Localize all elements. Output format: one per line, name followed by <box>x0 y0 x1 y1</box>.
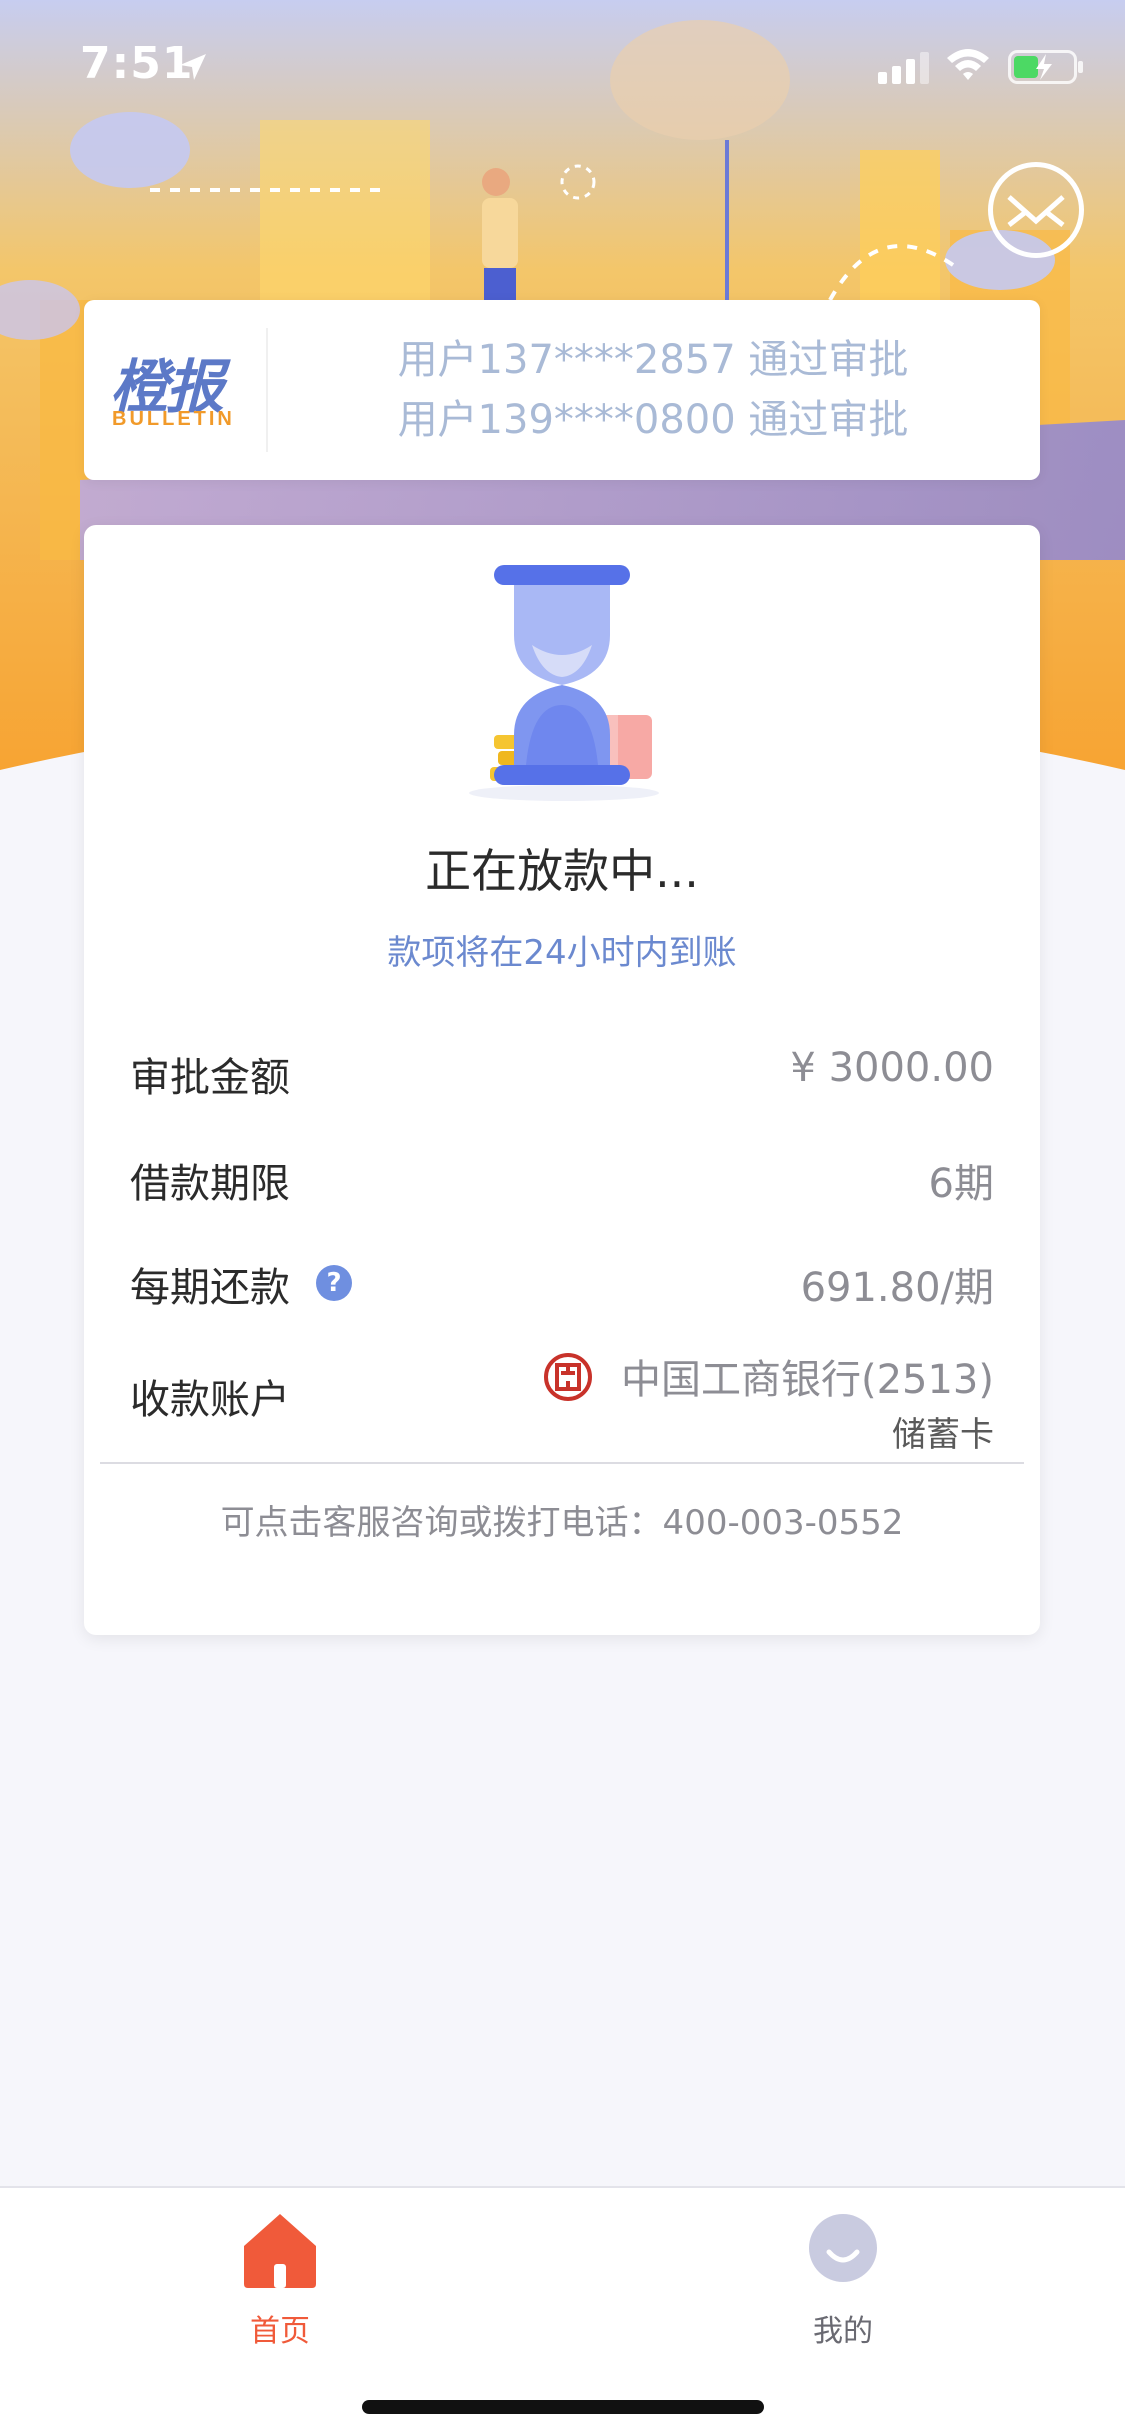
wifi-icon <box>945 46 991 86</box>
receiving-account-label: 收款账户 <box>130 1377 290 1423</box>
status-bar: 7:51 <box>0 0 1125 132</box>
receiving-account-row: 收款账户 中国工商银行(2513) 储蓄卡 <box>130 1347 994 1455</box>
tab-bar: 首页 我的 <box>0 2186 1125 2436</box>
installment-label: 每期还款 <box>130 1265 290 1311</box>
bulletin-message: 用户139****0800 通过审批 <box>397 397 909 443</box>
approved-amount-label: 审批金额 <box>130 1055 290 1101</box>
hourglass-icon <box>454 565 674 809</box>
loan-status-subtitle: 款项将在24小时内到账 <box>387 933 737 973</box>
approved-amount-value: ¥ 3000.00 <box>790 1045 994 1091</box>
loan-status-title: 正在放款中... <box>425 844 699 898</box>
customer-service-button[interactable] <box>988 162 1084 258</box>
approved-amount-row: 审批金额 ¥ 3000.00 <box>130 1045 994 1105</box>
account-type-value: 储蓄卡 <box>892 1415 994 1455</box>
mail-envelope-icon <box>1007 195 1065 227</box>
bulletin-message: 用户137****2857 通过审批 <box>397 337 909 383</box>
tab-home[interactable]: 首页 <box>180 2208 380 2349</box>
installment-value: 691.80/期 <box>800 1265 994 1311</box>
loan-status-screen: 7:51 橙报 BULLETIN 用户137****2857 通过审批 用户13… <box>0 0 1125 2436</box>
tab-profile-label: 我的 <box>813 2314 873 2349</box>
cellular-signal-icon <box>878 52 934 88</box>
help-icon[interactable]: ? <box>316 1265 352 1301</box>
status-time: 7:51 <box>80 38 194 89</box>
receiving-account-value: 中国工商银行(2513) <box>620 1357 994 1403</box>
loan-term-row: 借款期限 6期 <box>130 1151 994 1211</box>
card-divider <box>100 1462 1024 1464</box>
icbc-bank-logo-icon <box>542 1351 594 1407</box>
home-indicator <box>362 2400 764 2414</box>
bulletin-logo-subtitle: BULLETIN <box>112 408 235 430</box>
bulletin-messages: 用户137****2857 通过审批 用户139****0800 通过审批 <box>268 330 1038 450</box>
loan-status-card: 正在放款中... 款项将在24小时内到账 审批金额 ¥ 3000.00 借款期限… <box>84 525 1040 1635</box>
location-arrow-icon <box>178 52 208 86</box>
tab-home-label: 首页 <box>250 2314 310 2349</box>
loan-term-label: 借款期限 <box>130 1161 290 1207</box>
bulletin-banner[interactable]: 橙报 BULLETIN 用户137****2857 通过审批 用户139****… <box>84 300 1040 480</box>
tab-profile[interactable]: 我的 <box>743 2208 943 2349</box>
home-icon <box>238 2208 322 2296</box>
service-hotline-text[interactable]: 可点击客服咨询或拨打电话：400-003-0552 <box>84 1495 1040 1544</box>
loan-term-value: 6期 <box>928 1161 994 1207</box>
installment-row: 每期还款 ? 691.80/期 <box>130 1255 994 1315</box>
battery-icon <box>1008 50 1084 88</box>
profile-icon <box>801 2208 885 2296</box>
